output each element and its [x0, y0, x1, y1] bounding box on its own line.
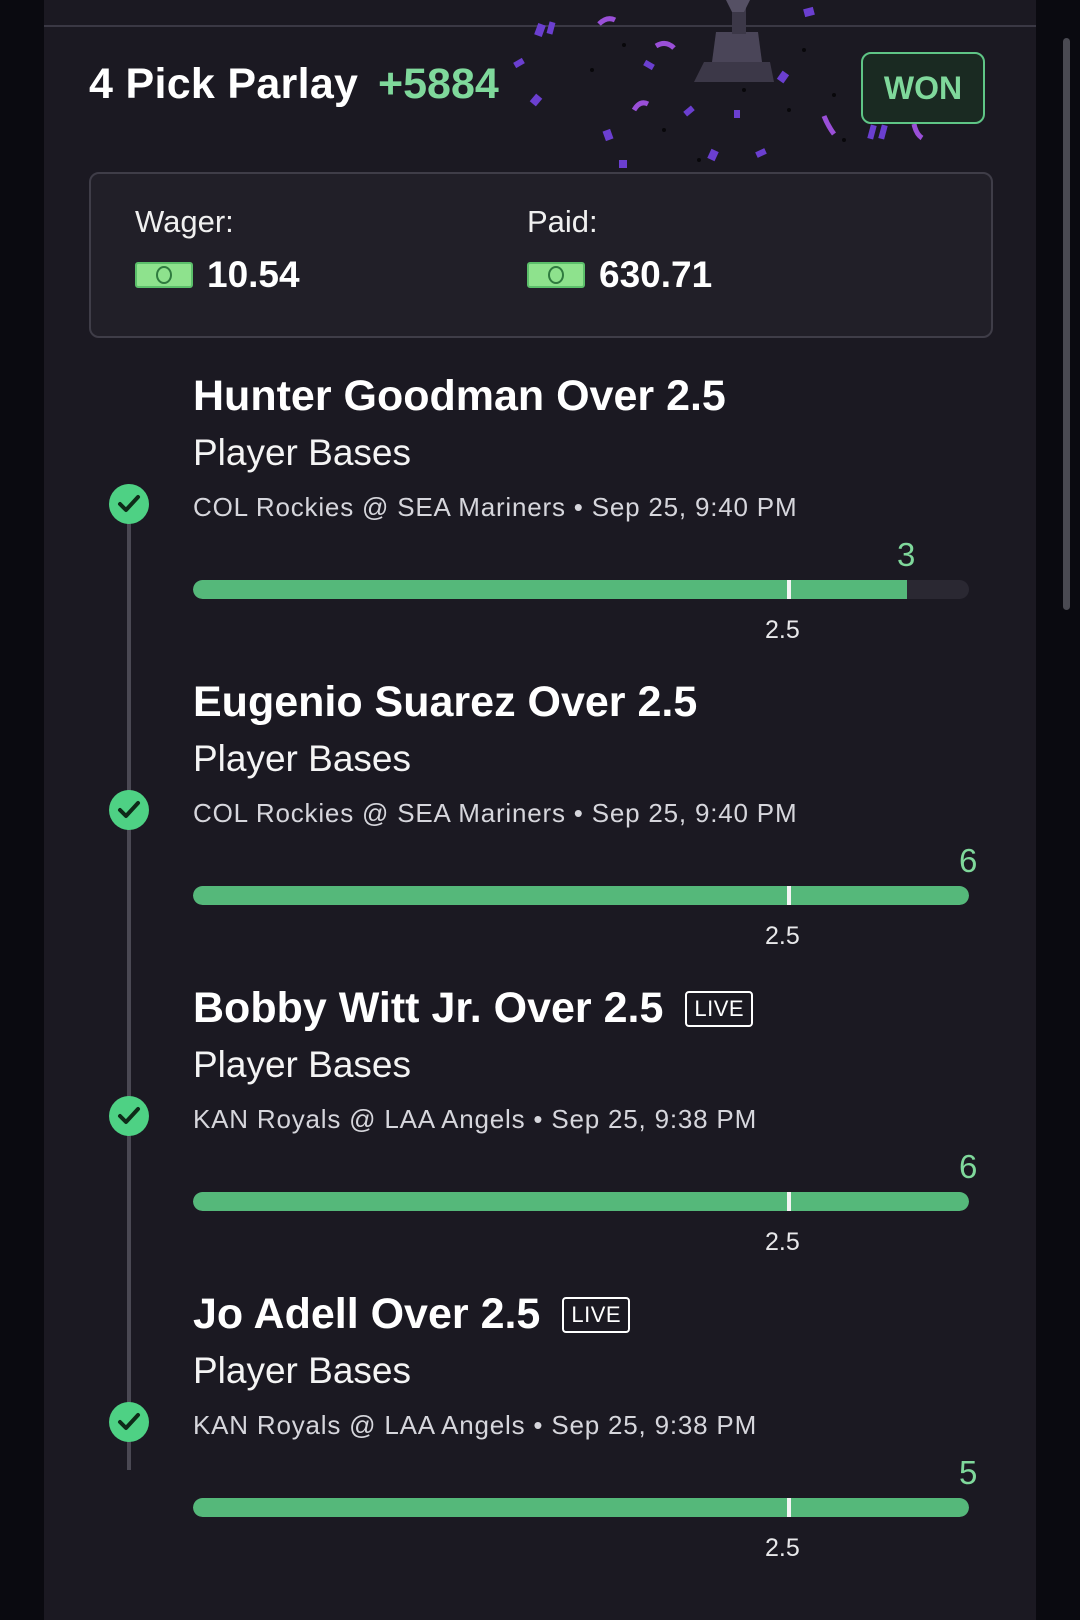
- progress-bar: [193, 886, 969, 905]
- line-marker: [787, 886, 791, 905]
- pick-game-info: KAN Royals @ LAA Angels • Sep 25, 9:38 P…: [193, 1410, 758, 1440]
- check-icon: [109, 790, 149, 830]
- paid-label: Paid:: [527, 204, 598, 239]
- cash-icon: [527, 262, 585, 288]
- line-marker: [787, 1498, 791, 1517]
- progress-fill: [193, 1192, 969, 1211]
- pick-item[interactable]: Jo Adell Over 2.5 LIVE Player Bases KAN …: [44, 1290, 1036, 1606]
- pick-title: Eugenio Suarez Over 2.5: [193, 678, 697, 727]
- line-label: 2.5: [765, 922, 800, 950]
- progress-bar: [193, 580, 969, 599]
- check-icon: [109, 1096, 149, 1136]
- pick-title-text: Bobby Witt Jr. Over 2.5: [193, 984, 664, 1032]
- pick-market: Player Bases: [193, 432, 411, 473]
- pick-game-info: COL Rockies @ SEA Mariners • Sep 25, 9:4…: [193, 492, 798, 522]
- pick-market: Player Bases: [193, 738, 411, 779]
- check-icon: [109, 484, 149, 524]
- paid-block: Paid: 630.71: [527, 204, 712, 296]
- trophy-icon: [694, 0, 774, 82]
- line-marker: [787, 580, 791, 599]
- pick-title: Bobby Witt Jr. Over 2.5 LIVE: [193, 984, 754, 1033]
- pick-market: Player Bases: [193, 1350, 411, 1391]
- pick-item[interactable]: Hunter Goodman Over 2.5 Player Bases COL…: [44, 372, 1036, 688]
- line-marker: [787, 1192, 791, 1211]
- progress-bar: [193, 1498, 969, 1517]
- cash-icon: [135, 262, 193, 288]
- pick-game-info: KAN Royals @ LAA Angels • Sep 25, 9:38 P…: [193, 1104, 758, 1134]
- paid-value: 630.71: [599, 254, 713, 295]
- pick-result: 5: [959, 1454, 978, 1491]
- status-badge: WON: [861, 52, 985, 124]
- parlay-card: 4 Pick Parlay +5884 WON Wager: 10.54 Pai…: [44, 0, 1036, 1620]
- pick-title-text: Hunter Goodman Over 2.5: [193, 372, 726, 420]
- pick-title-text: Jo Adell Over 2.5: [193, 1290, 541, 1338]
- pick-game-info: COL Rockies @ SEA Mariners • Sep 25, 9:4…: [193, 798, 798, 828]
- wager-summary: Wager: 10.54 Paid: 630.71: [89, 172, 993, 338]
- wager-label: Wager:: [135, 204, 234, 239]
- pick-result: 6: [959, 1148, 978, 1185]
- live-badge: LIVE: [562, 1296, 631, 1333]
- pick-item[interactable]: Bobby Witt Jr. Over 2.5 LIVE Player Base…: [44, 984, 1036, 1300]
- wager-value: 10.54: [207, 254, 300, 295]
- pick-result: 6: [959, 842, 978, 879]
- parlay-title: 4 Pick Parlay: [89, 60, 359, 108]
- wager-block: Wager: 10.54: [135, 204, 300, 296]
- line-label: 2.5: [765, 616, 800, 644]
- pick-title: Jo Adell Over 2.5 LIVE: [193, 1290, 631, 1339]
- line-label: 2.5: [765, 1534, 800, 1562]
- pick-result: 3: [897, 536, 916, 573]
- check-icon: [109, 1402, 149, 1442]
- line-label: 2.5: [765, 1228, 800, 1256]
- live-badge: LIVE: [685, 990, 754, 1027]
- pick-title-text: Eugenio Suarez Over 2.5: [193, 678, 698, 726]
- progress-fill: [193, 886, 969, 905]
- divider: [44, 25, 1036, 27]
- scrollbar[interactable]: [1063, 38, 1070, 610]
- progress-fill: [193, 1498, 969, 1517]
- progress-fill: [193, 580, 907, 599]
- pick-market: Player Bases: [193, 1044, 411, 1085]
- pick-item[interactable]: Eugenio Suarez Over 2.5 Player Bases COL…: [44, 678, 1036, 994]
- progress-bar: [193, 1192, 969, 1211]
- pick-title: Hunter Goodman Over 2.5: [193, 372, 726, 421]
- parlay-odds: +5884: [378, 60, 499, 108]
